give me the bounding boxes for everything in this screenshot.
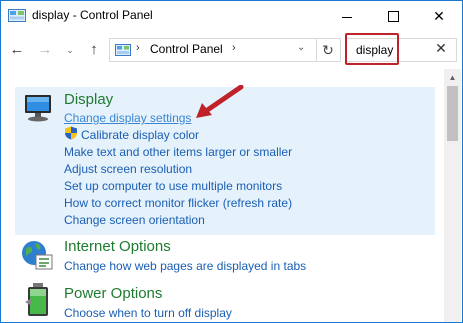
link-calibrate-display-color[interactable]: Calibrate display color: [81, 128, 199, 142]
breadcrumb-chevron-icon[interactable]: ›: [232, 42, 236, 54]
vertical-scrollbar[interactable]: ▲: [444, 69, 461, 322]
maximize-button[interactable]: [370, 1, 416, 31]
link-adjust-screen-resolution[interactable]: Adjust screen resolution: [64, 162, 192, 176]
address-dropdown-icon[interactable]: ⌄: [297, 42, 305, 53]
category-title-internet-options[interactable]: Internet Options: [64, 238, 171, 255]
battery-icon: [25, 283, 48, 316]
annotation-arrow-icon: [196, 85, 244, 118]
link-multiple-monitors[interactable]: Set up computer to use multiple monitors: [64, 179, 282, 193]
up-arrow-icon[interactable]: ↑: [84, 40, 104, 60]
scroll-up-icon[interactable]: ▲: [444, 69, 461, 86]
minimize-icon: [342, 16, 352, 18]
search-results: Display Change display settings Calibrat…: [1, 69, 462, 322]
internet-options-icon: [22, 241, 53, 270]
category-title-display[interactable]: Display: [64, 91, 113, 108]
breadcrumb-chevron-icon[interactable]: ›: [136, 42, 140, 54]
breadcrumb-control-panel[interactable]: Control Panel: [150, 42, 223, 56]
link-make-text-larger[interactable]: Make text and other items larger or smal…: [64, 145, 292, 159]
link-change-display-settings[interactable]: Change display settings: [64, 111, 191, 125]
title-bar[interactable]: display - Control Panel ✕: [1, 1, 462, 31]
minimize-button[interactable]: [324, 1, 370, 31]
uac-shield-icon: [65, 126, 77, 140]
control-panel-icon: [8, 9, 26, 22]
scroll-thumb[interactable]: [447, 86, 458, 141]
control-panel-window: display - Control Panel ✕ ← → ⌄ ↑ › Cont…: [0, 0, 463, 323]
link-turn-off-display[interactable]: Choose when to turn off display: [64, 306, 232, 320]
window-title: display - Control Panel: [32, 8, 153, 22]
recent-locations-chevron-icon[interactable]: ⌄: [60, 40, 80, 60]
monitor-icon: [25, 95, 51, 122]
forward-arrow-icon[interactable]: →: [35, 40, 55, 60]
link-change-screen-orientation[interactable]: Change screen orientation: [64, 213, 205, 227]
refresh-icon[interactable]: ↻: [316, 39, 339, 61]
control-panel-icon: [115, 44, 131, 56]
back-arrow-icon[interactable]: ←: [7, 40, 27, 60]
link-monitor-flicker[interactable]: How to correct monitor flicker (refresh …: [64, 196, 292, 210]
close-icon: ✕: [433, 8, 445, 24]
category-title-power-options[interactable]: Power Options: [64, 285, 162, 302]
close-button[interactable]: ✕: [416, 1, 462, 31]
clear-search-icon[interactable]: ✕: [432, 40, 450, 57]
address-bar[interactable]: › Control Panel › ⌄ ↻: [109, 38, 341, 62]
link-web-pages-tabs[interactable]: Change how web pages are displayed in ta…: [64, 259, 306, 273]
annotation-highlight-box: [345, 33, 399, 65]
maximize-icon: [387, 10, 399, 22]
